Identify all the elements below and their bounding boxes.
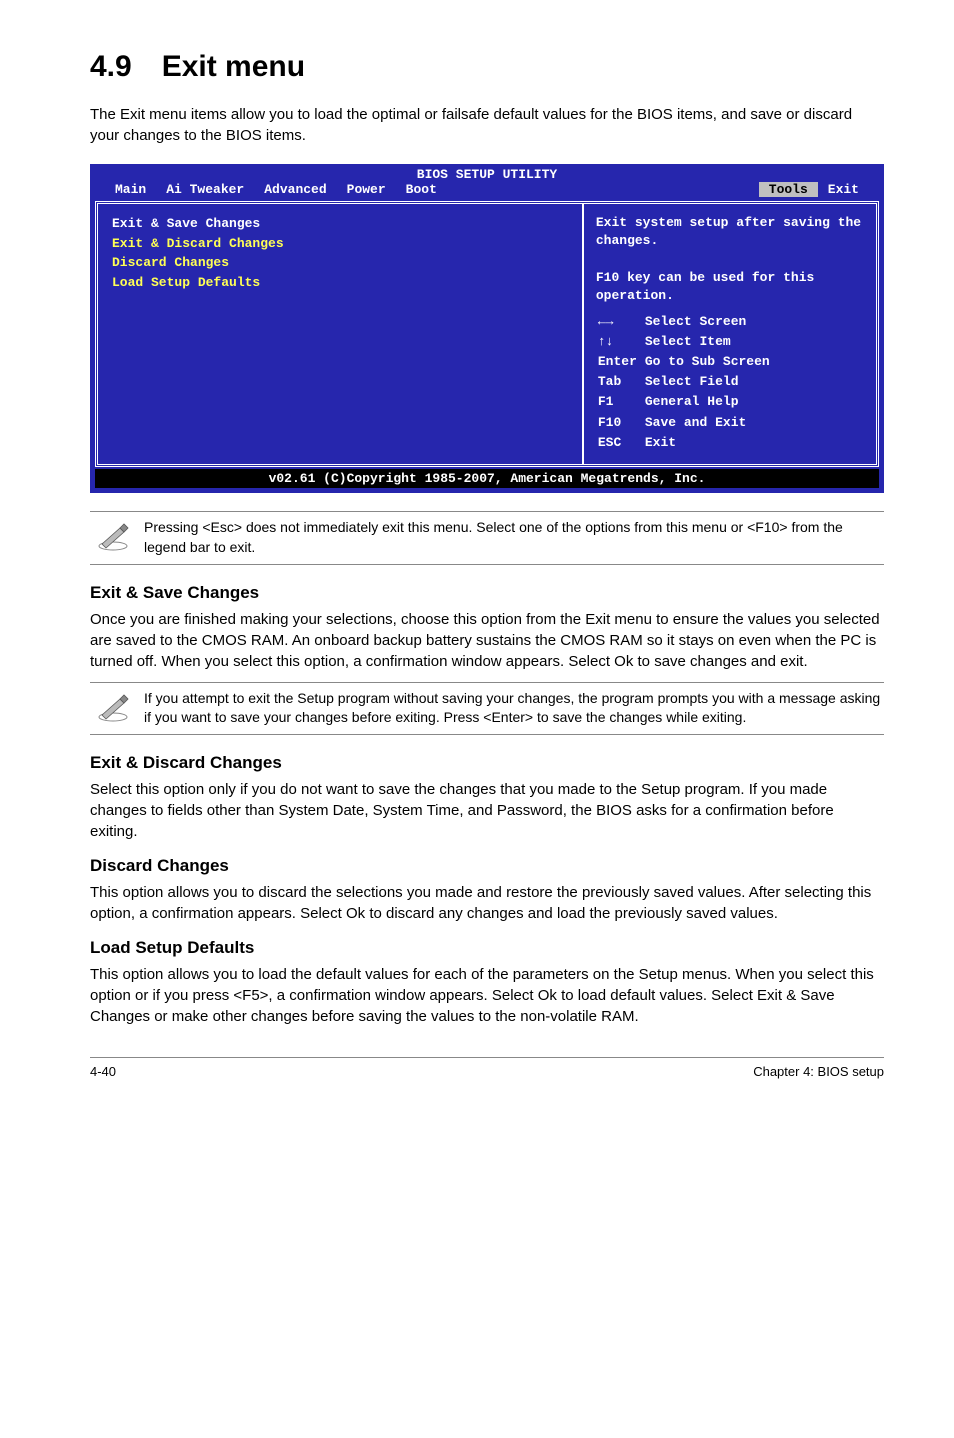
bios-item-load-defaults[interactable]: Load Setup Defaults xyxy=(112,273,568,293)
key-arrows-ud: ↑↓ xyxy=(598,333,643,351)
bios-help-line1: Exit system setup after saving the chang… xyxy=(596,214,864,250)
key-label-select-field: Select Field xyxy=(645,373,776,391)
page-footer: 4-40 Chapter 4: BIOS setup xyxy=(90,1057,884,1079)
key-label-exit: Exit xyxy=(645,434,776,452)
bios-tab-power[interactable]: Power xyxy=(337,182,396,197)
bios-help-line-blank xyxy=(596,250,864,268)
bios-tabs: Main Ai Tweaker Advanced Power Boot Tool… xyxy=(91,182,883,201)
page-number: 4-40 xyxy=(90,1064,116,1079)
key-f10: F10 xyxy=(598,414,643,432)
bios-screen: BIOS SETUP UTILITY Main Ai Tweaker Advan… xyxy=(90,164,884,493)
key-arrows-lr: ←→ xyxy=(598,313,643,331)
bios-tab-main[interactable]: Main xyxy=(105,182,156,197)
section-title: 4.9 Exit menu xyxy=(90,50,884,84)
key-label-help: General Help xyxy=(645,393,776,411)
chapter-label: Chapter 4: BIOS setup xyxy=(753,1064,884,1079)
text-exit-save: Once you are finished making your select… xyxy=(90,609,884,672)
bios-tab-tools[interactable]: Tools xyxy=(759,182,818,197)
key-f1: F1 xyxy=(598,393,643,411)
intro-text: The Exit menu items allow you to load th… xyxy=(90,104,884,146)
bios-tab-exit[interactable]: Exit xyxy=(818,182,869,197)
key-enter: Enter xyxy=(598,353,643,371)
note-esc: Pressing <Esc> does not immediately exit… xyxy=(90,511,884,565)
bios-tab-advanced[interactable]: Advanced xyxy=(254,182,336,197)
bios-footer: v02.61 (C)Copyright 1985-2007, American … xyxy=(95,469,879,488)
key-label-select-screen: Select Screen xyxy=(645,313,776,331)
key-tab: Tab xyxy=(598,373,643,391)
heading-exit-discard: Exit & Discard Changes xyxy=(90,753,884,773)
note-exit-warning-text: If you attempt to exit the Setup program… xyxy=(144,689,884,728)
note-esc-text: Pressing <Esc> does not immediately exit… xyxy=(144,518,884,557)
note-exit-warning: If you attempt to exit the Setup program… xyxy=(90,682,884,736)
key-label-save-exit: Save and Exit xyxy=(645,414,776,432)
bios-keys: ←→Select Screen ↑↓Select Item EnterGo to… xyxy=(596,311,864,454)
key-label-select-item: Select Item xyxy=(645,333,776,351)
bios-tab-boot[interactable]: Boot xyxy=(396,182,447,197)
bios-title: BIOS SETUP UTILITY xyxy=(91,165,883,182)
heading-exit-save: Exit & Save Changes xyxy=(90,583,884,603)
bios-item-exit-save[interactable]: Exit & Save Changes xyxy=(112,214,568,234)
bios-item-discard[interactable]: Discard Changes xyxy=(112,253,568,273)
key-esc: ESC xyxy=(598,434,643,452)
bios-help-line2: F10 key can be used for this operation. xyxy=(596,269,864,305)
pencil-icon xyxy=(96,522,130,558)
pencil-icon xyxy=(96,693,130,729)
bios-item-exit-discard[interactable]: Exit & Discard Changes xyxy=(112,234,568,254)
key-label-subscreen: Go to Sub Screen xyxy=(645,353,776,371)
heading-discard: Discard Changes xyxy=(90,856,884,876)
bios-left-panel: Exit & Save Changes Exit & Discard Chang… xyxy=(98,204,582,464)
text-load-defaults: This option allows you to load the defau… xyxy=(90,964,884,1027)
heading-load-defaults: Load Setup Defaults xyxy=(90,938,884,958)
bios-right-panel: Exit system setup after saving the chang… xyxy=(582,204,876,464)
text-discard: This option allows you to discard the se… xyxy=(90,882,884,924)
bios-tab-ai-tweaker[interactable]: Ai Tweaker xyxy=(156,182,254,197)
text-exit-discard: Select this option only if you do not wa… xyxy=(90,779,884,842)
